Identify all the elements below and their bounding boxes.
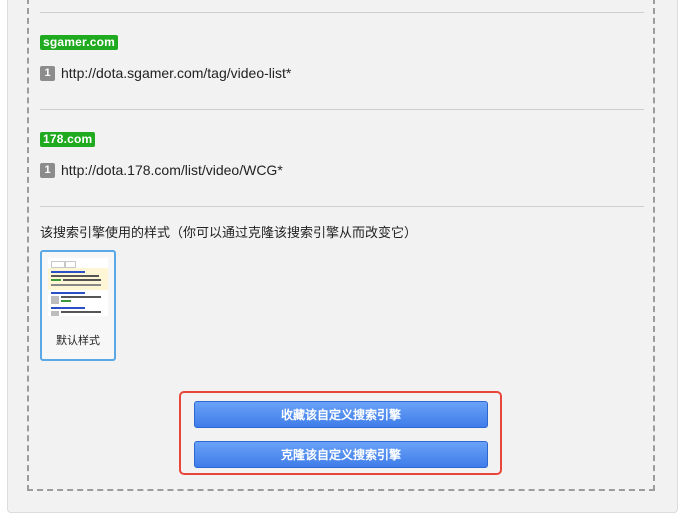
style-name: 默认样式 [56, 335, 100, 347]
collect-engine-button[interactable]: 收藏该自定义搜索引擎 [194, 401, 488, 428]
site-tag: sgamer.com [40, 35, 119, 50]
pattern-index-badge: 1 [40, 65, 55, 81]
url-pattern: http://dota.sgamer.com/tag/video-list* [61, 65, 292, 81]
divider [40, 109, 644, 110]
style-description: 该搜索引擎使用的样式（你可以通过克隆该搜索引擎从而改变它） [40, 225, 418, 240]
pattern-index-badge: 1 [40, 162, 55, 178]
divider [40, 12, 644, 13]
site-tag: 178.com [40, 132, 96, 147]
clone-engine-button[interactable]: 克隆该自定义搜索引擎 [194, 441, 488, 468]
style-option-default[interactable]: 默认样式 [40, 250, 116, 361]
url-pattern-row: 1 http://dota.178.com/list/video/WCG* [40, 161, 283, 179]
divider [40, 206, 644, 207]
url-pattern-row: 1 http://dota.sgamer.com/tag/video-list* [40, 64, 291, 82]
style-preview-thumbnail [48, 258, 108, 316]
url-pattern: http://dota.178.com/list/video/WCG* [61, 162, 283, 178]
